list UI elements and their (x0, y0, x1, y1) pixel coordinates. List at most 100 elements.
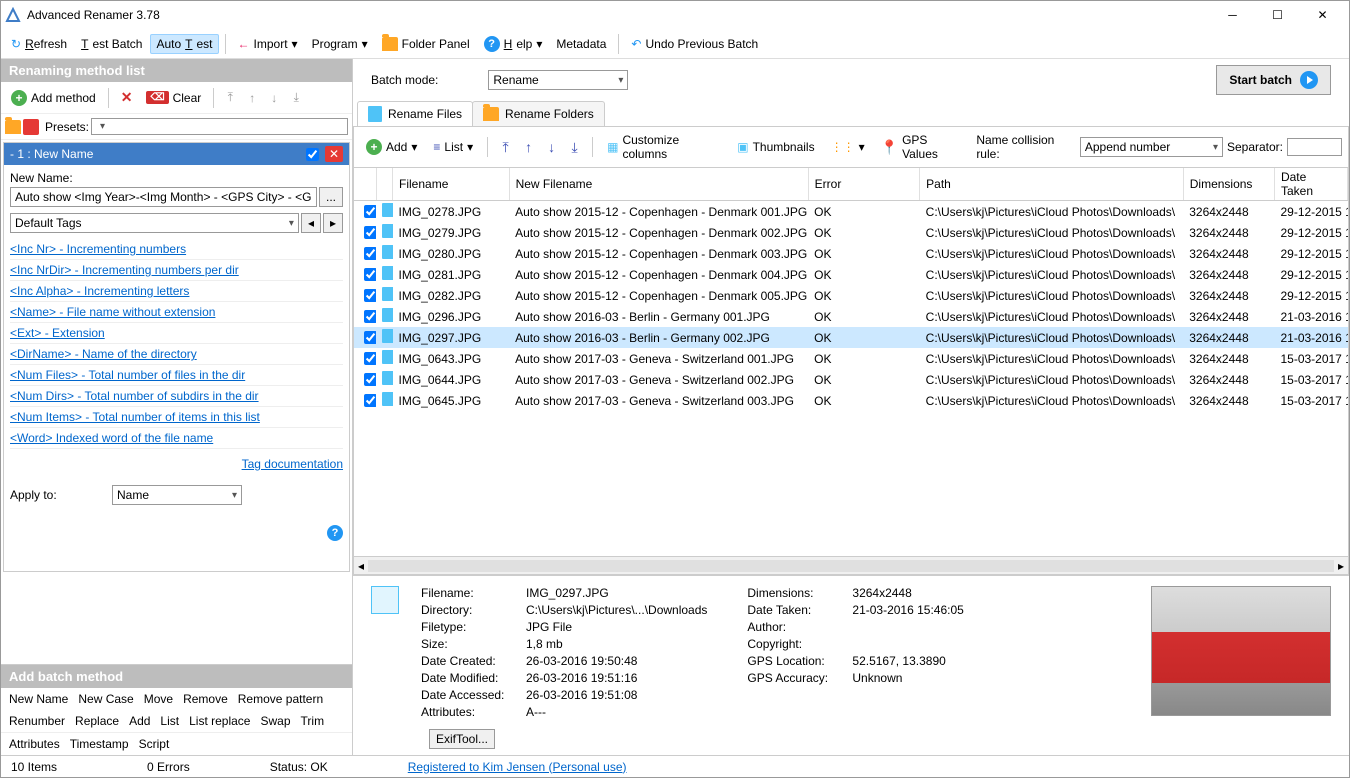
table-row[interactable]: IMG_0280.JPGAuto show 2015-12 - Copenhag… (354, 243, 1348, 264)
customize-columns-button[interactable]: ▦Customize columns (601, 130, 727, 164)
test-batch-button[interactable]: Test Batch (75, 34, 148, 54)
table-row[interactable]: IMG_0644.JPGAuto show 2017-03 - Geneva -… (354, 369, 1348, 390)
move-file-up-button[interactable]: ↑ (519, 137, 538, 157)
batch-method-attributes[interactable]: Attributes (9, 737, 60, 751)
tab-rename-folders[interactable]: Rename Folders (472, 101, 605, 126)
delete-method-button[interactable]: ✕ (115, 86, 139, 109)
folder-panel-button[interactable]: Folder Panel (376, 34, 476, 54)
horizontal-scrollbar[interactable]: ◂▸ (354, 556, 1348, 574)
row-checkbox[interactable] (364, 226, 376, 239)
maximize-button[interactable]: ☐ (1255, 1, 1300, 29)
move-top-button[interactable]: ⤒ (220, 88, 240, 108)
start-batch-button[interactable]: Start batch (1216, 65, 1331, 95)
tag-link[interactable]: <Inc Alpha> - Incrementing letters (10, 281, 343, 302)
row-checkbox[interactable] (364, 247, 376, 260)
undo-button[interactable]: ↶Undo Previous Batch (625, 34, 764, 54)
batch-method-new-case[interactable]: New Case (78, 692, 133, 706)
table-row[interactable]: IMG_0282.JPGAuto show 2015-12 - Copenhag… (354, 285, 1348, 306)
row-checkbox[interactable] (364, 289, 376, 302)
batch-method-script[interactable]: Script (139, 737, 170, 751)
method-help-icon[interactable]: ? (327, 525, 343, 541)
apply-to-combo[interactable]: Name (112, 485, 242, 505)
columns-menu-button[interactable]: ⋮⋮▾ (825, 137, 871, 157)
tab-rename-files[interactable]: Rename Files (357, 101, 473, 126)
save-preset-icon[interactable] (23, 119, 39, 135)
auto-test-button[interactable]: Auto Test (150, 34, 218, 54)
column-header[interactable]: Error (808, 168, 920, 201)
row-checkbox[interactable] (364, 331, 376, 344)
tag-next-button[interactable]: ▸ (323, 213, 343, 233)
batch-method-renumber[interactable]: Renumber (9, 714, 65, 728)
column-header[interactable]: Date Taken (1274, 168, 1347, 201)
exiftool-button[interactable]: ExifTool... (429, 729, 495, 749)
move-file-bottom-button[interactable]: ⤓ (565, 137, 584, 157)
tag-link[interactable]: <Ext> - Extension (10, 323, 343, 344)
tag-link[interactable]: <Num Items> - Total number of items in t… (10, 407, 343, 428)
method-enabled-checkbox[interactable] (306, 148, 319, 161)
column-header[interactable]: New Filename (509, 168, 808, 201)
table-row[interactable]: IMG_0281.JPGAuto show 2015-12 - Copenhag… (354, 264, 1348, 285)
thumbnails-button[interactable]: ▣Thumbnails (731, 137, 820, 157)
move-bottom-button[interactable]: ⤓ (286, 88, 306, 108)
batch-method-new-name[interactable]: New Name (9, 692, 68, 706)
add-files-button[interactable]: +Add▾ (360, 136, 423, 158)
batch-method-trim[interactable]: Trim (301, 714, 325, 728)
refresh-button[interactable]: ↻Refresh (5, 34, 73, 54)
row-checkbox[interactable] (364, 268, 376, 281)
row-checkbox[interactable] (364, 394, 376, 407)
method-close-button[interactable]: ✕ (325, 146, 343, 162)
table-row[interactable]: IMG_0278.JPGAuto show 2015-12 - Copenhag… (354, 201, 1348, 223)
clear-methods-button[interactable]: ⌫Clear (140, 88, 207, 108)
row-checkbox[interactable] (364, 373, 376, 386)
column-header[interactable]: Path (920, 168, 1184, 201)
table-row[interactable]: IMG_0645.JPGAuto show 2017-03 - Geneva -… (354, 390, 1348, 411)
minimize-button[interactable]: ─ (1210, 1, 1255, 29)
table-row[interactable]: IMG_0643.JPGAuto show 2017-03 - Geneva -… (354, 348, 1348, 369)
tag-prev-button[interactable]: ◂ (301, 213, 321, 233)
gps-values-button[interactable]: 📍GPS Values (875, 130, 969, 164)
batch-method-list-replace[interactable]: List replace (189, 714, 250, 728)
row-checkbox[interactable] (364, 310, 376, 323)
batch-method-move[interactable]: Move (144, 692, 173, 706)
import-button[interactable]: ←Import▾ (232, 34, 304, 54)
separator-input[interactable] (1287, 138, 1342, 156)
batch-method-timestamp[interactable]: Timestamp (70, 737, 129, 751)
batch-method-remove-pattern[interactable]: Remove pattern (238, 692, 323, 706)
list-button[interactable]: ≡List▾ (427, 137, 479, 157)
program-button[interactable]: Program▾ (306, 34, 374, 54)
move-down-button[interactable]: ↓ (264, 88, 284, 108)
default-tags-combo[interactable]: Default Tags (10, 213, 299, 233)
add-method-button[interactable]: +Add method (5, 87, 102, 109)
tag-link[interactable]: <Inc Nr> - Incrementing numbers (10, 239, 343, 260)
table-row[interactable]: IMG_0297.JPGAuto show 2016-03 - Berlin -… (354, 327, 1348, 348)
batch-method-replace[interactable]: Replace (75, 714, 119, 728)
tag-link[interactable]: <DirName> - Name of the directory (10, 344, 343, 365)
table-row[interactable]: IMG_0296.JPGAuto show 2016-03 - Berlin -… (354, 306, 1348, 327)
column-header[interactable]: Dimensions (1183, 168, 1274, 201)
metadata-button[interactable]: Metadata (550, 34, 612, 54)
tag-link[interactable]: <Num Dirs> - Total number of subdirs in … (10, 386, 343, 407)
registration-link[interactable]: Registered to Kim Jensen (Personal use) (408, 760, 627, 774)
collision-rule-combo[interactable]: Append number (1080, 137, 1223, 157)
open-preset-icon[interactable] (5, 120, 21, 134)
batch-method-swap[interactable]: Swap (260, 714, 290, 728)
help-button[interactable]: ?Help▾ (478, 33, 549, 55)
close-button[interactable]: ✕ (1300, 1, 1345, 29)
tag-link[interactable]: <Num Files> - Total number of files in t… (10, 365, 343, 386)
tag-link[interactable]: <Word> Indexed word of the file name (10, 428, 343, 449)
batch-mode-combo[interactable]: Rename (488, 70, 628, 90)
column-header[interactable]: Filename (393, 168, 510, 201)
row-checkbox[interactable] (364, 352, 376, 365)
move-file-down-button[interactable]: ↓ (542, 137, 561, 157)
tag-documentation-link[interactable]: Tag documentation (242, 457, 343, 471)
pattern-more-button[interactable]: ... (319, 187, 343, 207)
move-up-button[interactable]: ↑ (242, 88, 262, 108)
move-file-top-button[interactable]: ⤒ (496, 137, 515, 157)
batch-method-add[interactable]: Add (129, 714, 150, 728)
batch-method-remove[interactable]: Remove (183, 692, 228, 706)
tag-link[interactable]: <Name> - File name without extension (10, 302, 343, 323)
table-row[interactable]: IMG_0279.JPGAuto show 2015-12 - Copenhag… (354, 222, 1348, 243)
new-name-input[interactable] (10, 187, 317, 207)
batch-method-list[interactable]: List (160, 714, 179, 728)
row-checkbox[interactable] (364, 205, 376, 218)
